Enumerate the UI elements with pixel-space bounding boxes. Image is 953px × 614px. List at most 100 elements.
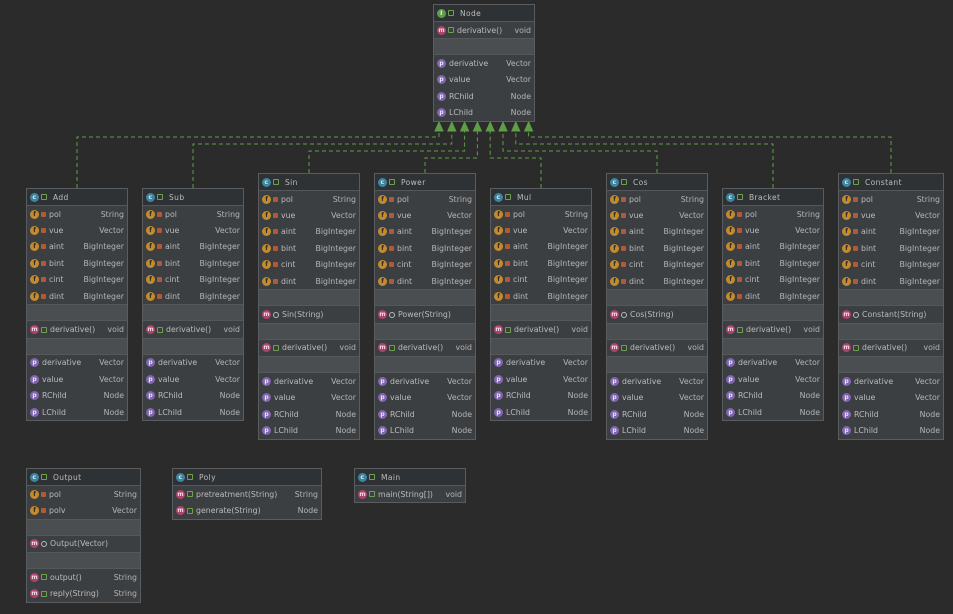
field-row[interactable]: f bint BigInteger xyxy=(27,255,127,271)
class-add[interactable]: c Add f pol String f vue Vector f aint BigInteger f… xyxy=(26,188,128,422)
field-row[interactable]: f pol String xyxy=(27,486,140,502)
field-row[interactable]: f bint BigInteger xyxy=(375,240,475,256)
property-row[interactable]: p LChild Node xyxy=(607,422,707,438)
field-row[interactable]: f vue Vector xyxy=(723,222,823,238)
field-row[interactable]: f pol String xyxy=(259,191,359,207)
method-row[interactable]: m derivative() void xyxy=(259,340,359,356)
field-row[interactable]: f vue Vector xyxy=(607,207,707,223)
field-row[interactable]: f cint BigInteger xyxy=(375,257,475,273)
field-row[interactable]: f dint BigInteger xyxy=(259,273,359,289)
method-row[interactable]: m main(String[]) void xyxy=(355,486,465,502)
field-row[interactable]: f cint BigInteger xyxy=(491,272,591,288)
field-row[interactable]: f aint BigInteger xyxy=(491,239,591,255)
class-sub[interactable]: c Sub f pol String f vue Vector f aint BigInteger f… xyxy=(142,188,244,422)
property-row[interactable]: p value Vector xyxy=(723,371,823,387)
class-constant[interactable]: c Constant f pol String f vue Vector f aint BigInt… xyxy=(838,173,944,440)
property-row[interactable]: p derivative Vector xyxy=(607,373,707,389)
field-row[interactable]: f aint BigInteger xyxy=(839,224,943,240)
property-row[interactable]: p value Vector xyxy=(143,371,243,387)
property-row[interactable]: p LChild Node xyxy=(27,404,127,420)
field-row[interactable]: f polv Vector xyxy=(27,502,140,518)
field-row[interactable]: f aint BigInteger xyxy=(723,239,823,255)
property-row[interactable]: p LChild Node xyxy=(723,404,823,420)
class-mul[interactable]: c Mul f pol String f vue Vector f aint BigInteger f… xyxy=(490,188,592,422)
property-row[interactable]: p derivative Vector xyxy=(434,55,534,71)
property-row[interactable]: p LChild Node xyxy=(259,422,359,438)
property-row[interactable]: p LChild Node xyxy=(143,404,243,420)
field-row[interactable]: f cint BigInteger xyxy=(259,257,359,273)
property-row[interactable]: p LChild Node xyxy=(839,422,943,438)
field-row[interactable]: f dint BigInteger xyxy=(839,273,943,289)
field-row[interactable]: f vue Vector xyxy=(27,222,127,238)
property-row[interactable]: p RChild Node xyxy=(259,406,359,422)
method-row[interactable]: m Sin(String) xyxy=(259,306,359,322)
field-row[interactable]: f dint BigInteger xyxy=(143,288,243,304)
field-row[interactable]: f aint BigInteger xyxy=(375,224,475,240)
class-poly[interactable]: c Poly m pretreatment(String) String m generat… xyxy=(172,468,322,520)
property-row[interactable]: p derivative Vector xyxy=(27,355,127,371)
class-sin[interactable]: c Sin f pol String f vue Vector f aint BigInteger f… xyxy=(258,173,360,440)
property-row[interactable]: p LChild Node xyxy=(375,422,475,438)
method-row[interactable]: m derivative() void xyxy=(375,340,475,356)
field-row[interactable]: f pol String xyxy=(839,191,943,207)
method-row[interactable]: m derivative() void xyxy=(839,340,943,356)
property-row[interactable]: p value Vector xyxy=(27,371,127,387)
field-row[interactable]: f bint BigInteger xyxy=(143,255,243,271)
property-row[interactable]: p derivative Vector xyxy=(143,355,243,371)
property-row[interactable]: p RChild Node xyxy=(607,406,707,422)
field-row[interactable]: f pol String xyxy=(27,206,127,222)
method-row[interactable]: m Cos(String) xyxy=(607,306,707,322)
field-row[interactable]: f aint BigInteger xyxy=(27,239,127,255)
method-row[interactable]: m pretreatment(String) String xyxy=(173,486,321,502)
field-row[interactable]: f aint BigInteger xyxy=(607,224,707,240)
field-row[interactable]: f cint BigInteger xyxy=(723,272,823,288)
field-row[interactable]: f vue Vector xyxy=(143,222,243,238)
field-row[interactable]: f bint BigInteger xyxy=(839,240,943,256)
method-row[interactable]: m derivative() void xyxy=(434,22,534,38)
field-row[interactable]: f pol String xyxy=(607,191,707,207)
method-row[interactable]: m derivative() void xyxy=(723,321,823,337)
field-row[interactable]: f dint BigInteger xyxy=(607,273,707,289)
method-row[interactable]: m Constant(String) xyxy=(839,306,943,322)
property-row[interactable]: p value Vector xyxy=(839,390,943,406)
field-row[interactable]: f dint BigInteger xyxy=(375,273,475,289)
method-row[interactable]: m derivative() void xyxy=(27,321,127,337)
property-row[interactable]: p LChild Node xyxy=(434,105,534,121)
field-row[interactable]: f pol String xyxy=(723,206,823,222)
field-row[interactable]: f aint BigInteger xyxy=(143,239,243,255)
class-main[interactable]: c Main m main(String[]) void xyxy=(354,468,466,504)
property-row[interactable]: p value Vector xyxy=(491,371,591,387)
field-row[interactable]: f bint BigInteger xyxy=(491,255,591,271)
property-row[interactable]: p derivative Vector xyxy=(839,373,943,389)
class-node[interactable]: I Node m derivative() void p derivative Vector p… xyxy=(433,4,535,122)
field-row[interactable]: f vue Vector xyxy=(259,207,359,223)
property-row[interactable]: p RChild Node xyxy=(491,388,591,404)
field-row[interactable]: f pol String xyxy=(491,206,591,222)
property-row[interactable]: p RChild Node xyxy=(375,406,475,422)
field-row[interactable]: f pol String xyxy=(143,206,243,222)
property-row[interactable]: p value Vector xyxy=(259,390,359,406)
method-row[interactable]: m derivative() void xyxy=(607,340,707,356)
property-row[interactable]: p RChild Node xyxy=(434,88,534,104)
field-row[interactable]: f cint BigInteger xyxy=(607,257,707,273)
property-row[interactable]: p RChild Node xyxy=(723,388,823,404)
method-row[interactable]: m output() String xyxy=(27,569,140,585)
field-row[interactable]: f bint BigInteger xyxy=(723,255,823,271)
field-row[interactable]: f cint BigInteger xyxy=(143,272,243,288)
property-row[interactable]: p RChild Node xyxy=(143,388,243,404)
property-row[interactable]: p derivative Vector xyxy=(375,373,475,389)
property-row[interactable]: p value Vector xyxy=(375,390,475,406)
field-row[interactable]: f vue Vector xyxy=(839,207,943,223)
field-row[interactable]: f dint BigInteger xyxy=(491,288,591,304)
method-row[interactable]: m derivative() void xyxy=(143,321,243,337)
field-row[interactable]: f pol String xyxy=(375,191,475,207)
method-row[interactable]: m reply(String) String xyxy=(27,586,140,602)
field-row[interactable]: f bint BigInteger xyxy=(259,240,359,256)
method-row[interactable]: m derivative() void xyxy=(491,321,591,337)
class-power[interactable]: c Power f pol String f vue Vector f aint BigIntege… xyxy=(374,173,476,440)
method-row[interactable]: m Power(String) xyxy=(375,306,475,322)
method-row[interactable]: m generate(String) Node xyxy=(173,502,321,518)
property-row[interactable]: p RChild Node xyxy=(27,388,127,404)
property-row[interactable]: p value Vector xyxy=(607,390,707,406)
field-row[interactable]: f dint BigInteger xyxy=(723,288,823,304)
